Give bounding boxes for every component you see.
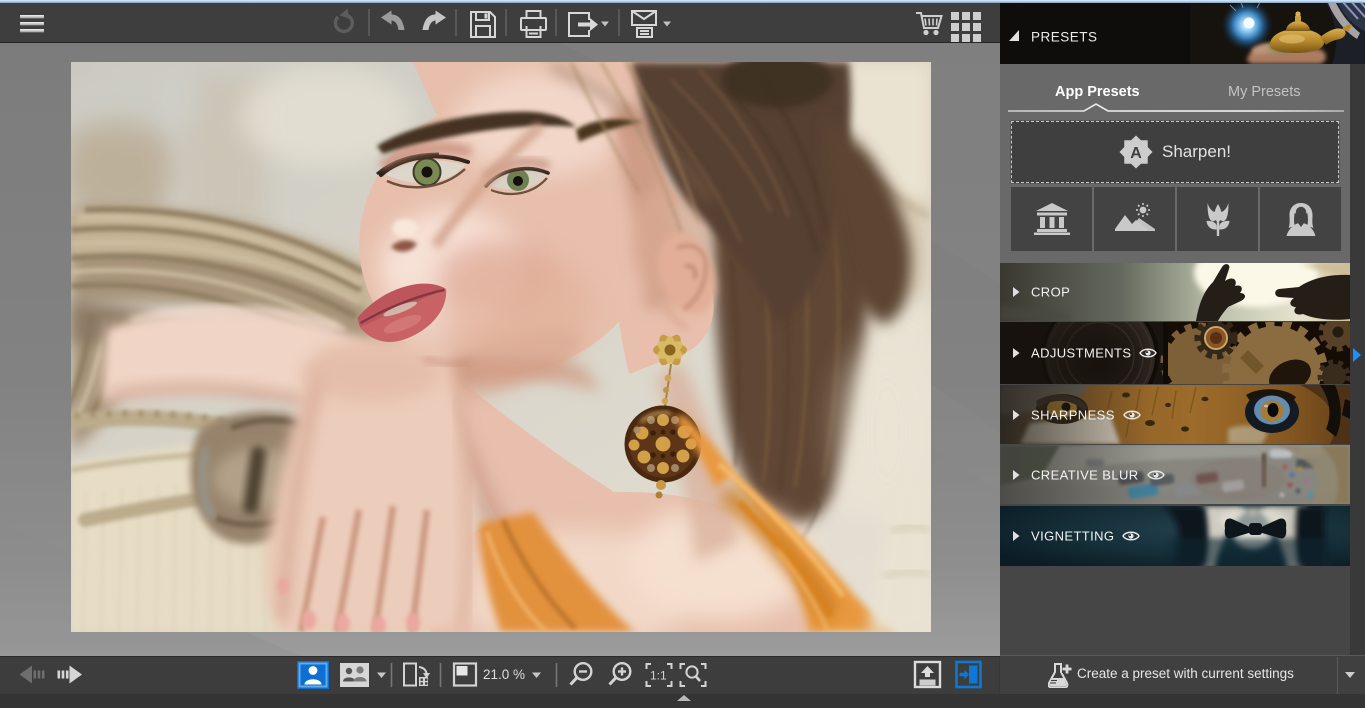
svg-text:PRESETS: PRESETS bbox=[1031, 30, 1098, 45]
svg-text:A: A bbox=[1130, 145, 1142, 162]
svg-text:21.0 %: 21.0 % bbox=[483, 667, 525, 682]
svg-text:1:1: 1:1 bbox=[650, 669, 667, 683]
